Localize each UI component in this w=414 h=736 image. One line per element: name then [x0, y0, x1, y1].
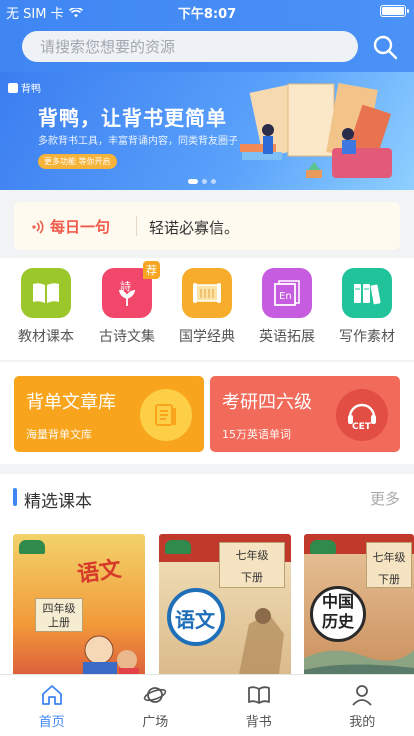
search-icon[interactable] — [372, 34, 398, 60]
category-poetry[interactable]: 詩 荐 古诗文集 — [87, 261, 167, 346]
status-time: 下午8:07 — [177, 7, 237, 22]
banner-subline: 多款背书工具，丰富背诵内容，同类背友圈子 — [38, 136, 238, 147]
pagination-dot[interactable] — [202, 179, 207, 184]
card-subtitle: 15万英语单词 — [222, 428, 291, 441]
cet-glyph: CET — [352, 422, 372, 431]
category-label: 写作素材 — [339, 329, 395, 345]
tab-label: 背书 — [245, 715, 272, 730]
writing-icon — [342, 268, 392, 318]
publisher-logo-icon — [165, 540, 191, 554]
category-label: 教材课本 — [18, 329, 74, 345]
tab-label: 广场 — [142, 715, 169, 730]
sound-wave-icon — [32, 219, 44, 234]
top-bar: 无 SIM 卡 下午8:07 — [0, 0, 414, 72]
featured-textbooks-section: 精选课本 更多 语文 四年级 上册 七年级 下册 语文 七年级 下册 中国历史 — [0, 474, 414, 674]
pagination-dot[interactable] — [211, 179, 216, 184]
divider — [136, 216, 137, 236]
search-input[interactable] — [22, 31, 358, 62]
book-grade-box: 七年级 下册 — [219, 542, 285, 588]
banner-headline: 背鸭，让背书更简单 — [38, 106, 227, 130]
category-textbook[interactable]: 教材课本 — [6, 268, 86, 346]
category-label: 国学经典 — [179, 329, 235, 345]
bottom-tab-bar: 首页 广场 背书 我的 — [0, 674, 414, 736]
english-glyph: En — [279, 291, 292, 302]
banner-more-pill[interactable]: 更多功能 等你开启 — [38, 154, 117, 169]
category-label: 古诗文集 — [99, 329, 155, 345]
cover-illustration-icon — [304, 650, 414, 674]
card-title: 背单文章库 — [26, 392, 116, 413]
feature-cards: 背单文章库 海量背单文库 考研四六级 15万英语单词 CET — [0, 362, 414, 464]
category-grid: 教材课本 詩 荐 古诗文集 国学经典 En 英语拓展 写作素材 — [0, 258, 414, 360]
book-grade-box: 四年级 上册 — [35, 598, 83, 632]
book-grade: 七年级 — [235, 549, 269, 562]
promo-banner[interactable]: 背鸭 背鸭，让背书更简单 多款背书工具，丰富背诵内容，同类背友圈子 更多功能 等… — [0, 72, 414, 190]
book-term: 下册 — [241, 571, 263, 585]
book-icon — [21, 268, 71, 318]
recommend-badge: 荐 — [143, 261, 160, 279]
book-subject: 中国历史 — [321, 592, 354, 631]
more-link[interactable]: 更多 — [370, 488, 400, 509]
headphones-cet-icon: CET — [336, 389, 388, 441]
category-label: 英语拓展 — [259, 329, 315, 345]
open-book-icon — [247, 686, 270, 704]
book-term: 下册 — [378, 573, 400, 587]
daily-tag-label: 每日一句 — [50, 218, 111, 236]
article-library-card[interactable]: 背单文章库 海量背单文库 — [14, 376, 204, 452]
tab-square[interactable]: 广场 — [104, 675, 208, 736]
status-bar: 无 SIM 卡 下午8:07 — [0, 0, 414, 22]
category-classics[interactable]: 国学经典 — [167, 268, 247, 346]
tab-profile[interactable]: 我的 — [311, 675, 414, 736]
document-icon — [140, 389, 192, 441]
tab-recite[interactable]: 背书 — [207, 675, 311, 736]
poem-icon: 詩 荐 — [102, 261, 160, 318]
banner-brand: 背鸭 — [8, 80, 41, 95]
english-icon: En — [262, 268, 312, 318]
book-grade-box: 七年级 下册 — [366, 542, 412, 588]
daily-tag: 每日一句 — [32, 216, 110, 237]
scroll-icon — [182, 268, 232, 318]
book-subject: 语文 — [175, 608, 215, 632]
reading-illustration-icon — [240, 83, 392, 178]
battery-icon — [380, 5, 409, 17]
book-term: 上册 — [48, 616, 70, 630]
category-writing[interactable]: 写作素材 — [327, 268, 407, 346]
user-icon — [352, 685, 372, 706]
planet-icon — [144, 687, 167, 703]
textbook-cover[interactable]: 语文 四年级 上册 — [13, 534, 145, 674]
exam-words-card[interactable]: 考研四六级 15万英语单词 CET — [210, 376, 400, 452]
textbook-cover[interactable]: 七年级 下册 中国历史 — [304, 534, 414, 674]
section-accent-bar — [13, 488, 17, 506]
tab-label: 首页 — [38, 715, 65, 730]
publisher-logo-icon — [310, 540, 336, 554]
cover-illustration-icon — [239, 608, 284, 674]
daily-quote: 轻诺必寡信。 — [149, 219, 240, 237]
card-subtitle: 海量背单文库 — [26, 428, 92, 441]
home-icon — [41, 685, 62, 705]
pagination-dot[interactable] — [188, 179, 198, 184]
tab-label: 我的 — [349, 715, 376, 730]
textbook-cover[interactable]: 七年级 下册 语文 — [159, 534, 291, 674]
card-title: 考研四六级 — [222, 392, 312, 413]
cover-illustration-icon — [83, 635, 139, 674]
daily-sentence-card[interactable]: 每日一句 轻诺必寡信。 — [14, 202, 400, 250]
brand-logo-icon — [8, 82, 18, 93]
book-grade: 四年级 — [42, 602, 76, 615]
brand-name: 背鸭 — [21, 84, 41, 95]
publisher-logo-icon — [19, 540, 45, 554]
book-subject: 语文 — [75, 557, 123, 588]
section-title: 精选课本 — [24, 492, 92, 512]
banner-pagination[interactable] — [188, 179, 216, 184]
tab-home[interactable]: 首页 — [0, 675, 104, 736]
book-grade: 七年级 — [372, 551, 406, 564]
category-english[interactable]: En 英语拓展 — [247, 268, 327, 346]
